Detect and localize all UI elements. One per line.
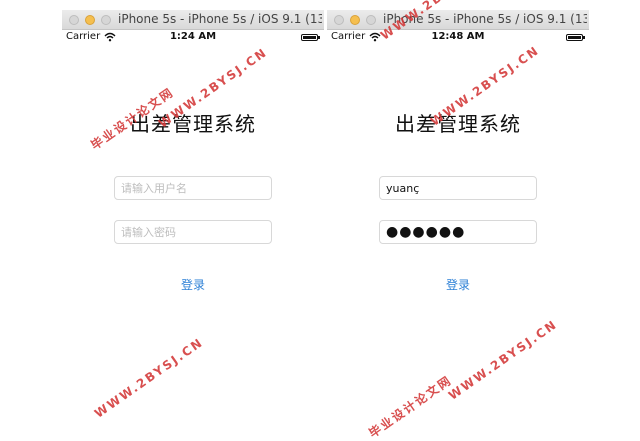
minimize-icon[interactable] <box>350 15 360 25</box>
window-titlebar: iPhone 5s - iPhone 5s / iOS 9.1 (13B137) <box>62 10 324 30</box>
zoom-icon[interactable] <box>101 15 111 25</box>
password-input[interactable] <box>114 220 272 244</box>
username-input[interactable] <box>114 176 272 200</box>
app-title: 出差管理系统 <box>395 112 521 136</box>
minimize-icon[interactable] <box>85 15 95 25</box>
window-title: iPhone 5s - iPhone 5s / iOS 9.1 (13B137) <box>118 12 322 26</box>
simulator-window-left: iPhone 5s - iPhone 5s / iOS 9.1 (13B137)… <box>62 10 324 433</box>
screenshot-stage: iPhone 5s - iPhone 5s / iOS 9.1 (13B137)… <box>0 0 640 441</box>
window-titlebar: iPhone 5s - iPhone 5s / iOS 9.1 (13B137) <box>327 10 589 30</box>
close-icon[interactable] <box>69 15 79 25</box>
window-title: iPhone 5s - iPhone 5s / iOS 9.1 (13B137) <box>383 12 587 26</box>
status-time: 1:24 AM <box>169 31 217 42</box>
login-button[interactable]: 登录 <box>327 276 589 293</box>
status-bar: Carrier 1:24 AM <box>62 30 324 46</box>
zoom-icon[interactable] <box>366 15 376 25</box>
close-icon[interactable] <box>334 15 344 25</box>
status-time: 12:48 AM <box>431 31 485 42</box>
simulator-window-right: iPhone 5s - iPhone 5s / iOS 9.1 (13B137)… <box>327 10 589 433</box>
battery-icon <box>566 34 585 41</box>
battery-icon <box>301 34 320 41</box>
password-input[interactable] <box>379 220 537 244</box>
login-button[interactable]: 登录 <box>62 276 324 293</box>
app-title: 出差管理系统 <box>130 112 256 136</box>
status-bar: Carrier 12:48 AM <box>327 30 589 46</box>
username-input[interactable] <box>379 176 537 200</box>
